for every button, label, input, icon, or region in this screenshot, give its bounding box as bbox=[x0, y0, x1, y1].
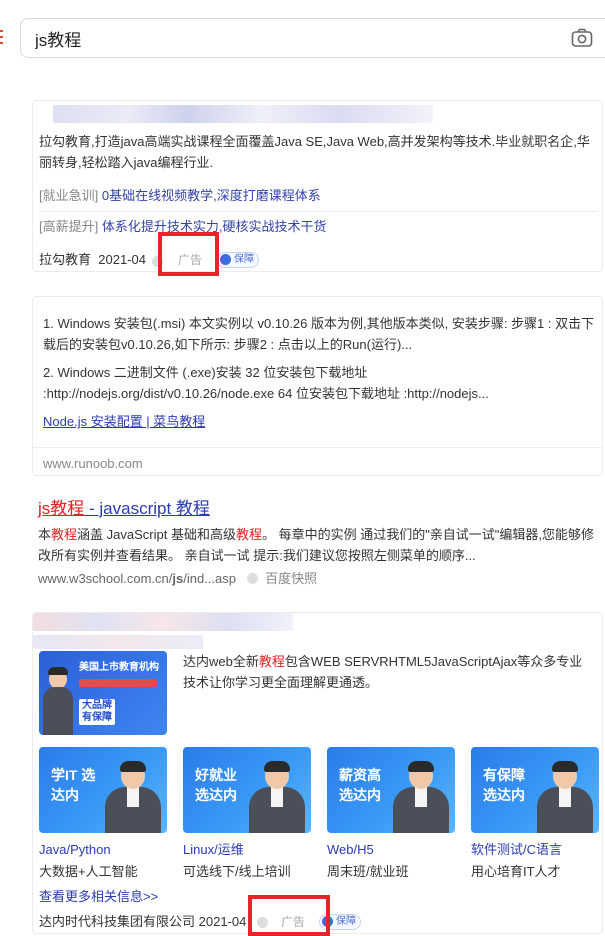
sublink-row[interactable]: [高薪提升] 体系化提升技术实力,硬核实战技术干货 bbox=[39, 216, 597, 237]
ensure-badge[interactable]: 保障 bbox=[217, 252, 259, 268]
result-description: 拉勾教育,打造java高端实战课程全面覆盖Java SE,Java Web,高并… bbox=[39, 134, 590, 170]
ensure-label: 保障 bbox=[234, 254, 254, 265]
course-subtitle: 可选线下/线上培训 bbox=[183, 864, 291, 879]
divider bbox=[33, 447, 602, 448]
snippet-line: 2. Windows 二进制文件 (.exe)安装 32 位安装包下载地址 :h… bbox=[43, 365, 489, 401]
result-domain[interactable]: www.runoob.com bbox=[43, 453, 143, 474]
source-date: 2021-04 bbox=[198, 914, 247, 929]
course-subtitle: 用心培育IT人才 bbox=[471, 864, 561, 879]
highlight-box bbox=[248, 895, 330, 936]
course-subtitle: 大数据+人工智能 bbox=[39, 864, 138, 879]
sublink-bracket: [就业急训] bbox=[39, 188, 99, 203]
result-w3school: js教程 - javascript 教程 本教程涵盖 JavaScript 基础… bbox=[38, 497, 598, 589]
course-banner-web[interactable]: 薪资高 选达内 bbox=[327, 747, 455, 833]
result-link[interactable]: Node.js 安装配置 | 菜鸟教程 bbox=[43, 411, 205, 432]
title-rest[interactable]: - javascript 教程 bbox=[84, 499, 210, 518]
shield-icon bbox=[220, 254, 231, 265]
blurred-title bbox=[53, 105, 433, 123]
highlight-box bbox=[158, 232, 219, 276]
blurred-title bbox=[33, 635, 203, 649]
course-title[interactable]: Java/Python bbox=[39, 839, 111, 860]
camera-icon[interactable] bbox=[571, 28, 593, 48]
result-card-runoob: 1. Windows 安装包(.msi) 本文实例以 v0.10.26 版本为例… bbox=[32, 296, 603, 476]
banner-text: 薪资高 选达内 bbox=[339, 767, 381, 803]
banner-headline: 美国上市教育机构 bbox=[79, 662, 159, 673]
result-card-ad-lagou: 拉勾教育,打造java高端实战课程全面覆盖Java SE,Java Web,高并… bbox=[32, 100, 603, 272]
more-info-link[interactable]: 查看更多相关信息>> bbox=[39, 886, 158, 907]
result-card-ad-tarena: 美国上市教育机构 大品牌 有保障 达内web全新教程包含WEB SERVRHTML… bbox=[32, 612, 603, 934]
source-name: 达内时代科技集团有限公司 bbox=[39, 914, 196, 929]
person-image bbox=[249, 759, 305, 833]
sublink-text[interactable]: 0基础在线视频教学,深度打磨课程体系 bbox=[102, 188, 321, 203]
banner-badge: 大品牌 有保障 bbox=[79, 699, 115, 725]
banner-subline bbox=[79, 679, 157, 687]
title-highlight[interactable]: js教程 bbox=[38, 499, 84, 518]
course-banner-test[interactable]: 有保障 选达内 bbox=[471, 747, 599, 833]
result-title[interactable]: js教程 - javascript 教程 bbox=[38, 497, 598, 521]
banner-text: 有保障 选达内 bbox=[483, 767, 525, 803]
ensure-label: 保障 bbox=[336, 916, 356, 927]
main-banner[interactable]: 美国上市教育机构 大品牌 有保障 bbox=[39, 651, 167, 735]
person-image bbox=[537, 759, 593, 833]
snapshot-link[interactable]: 百度快照 bbox=[265, 571, 317, 586]
sublink-row[interactable]: [就业急训] 0基础在线视频教学,深度打磨课程体系 bbox=[39, 185, 597, 206]
result-source: 拉勾教育 2021-04 bbox=[39, 249, 146, 270]
course-subtitle: 周末班/就业班 bbox=[327, 864, 409, 879]
search-bar[interactable] bbox=[20, 18, 605, 58]
divider bbox=[39, 211, 597, 212]
snippet-line: 1. Windows 安装包(.msi) 本文实例以 v0.10.26 版本为例… bbox=[43, 316, 595, 352]
result-description: 达内web全新教程包含WEB SERVRHTML5JavaScriptAjax等… bbox=[183, 654, 583, 690]
course-banner-java[interactable]: 学IT 选达内 bbox=[39, 747, 167, 833]
course-title[interactable]: 软件测试/C语言 bbox=[471, 839, 562, 860]
person-image bbox=[43, 665, 73, 735]
info-icon bbox=[246, 573, 258, 584]
banner-text: 学IT 选达内 bbox=[51, 767, 96, 803]
blurred-title bbox=[33, 613, 293, 631]
banner-text: 好就业 选达内 bbox=[195, 767, 237, 803]
left-edge-marker bbox=[0, 30, 4, 44]
person-image bbox=[393, 759, 449, 833]
source-date: 2021-04 bbox=[98, 252, 146, 267]
course-title[interactable]: Web/H5 bbox=[327, 839, 374, 860]
source-name: 拉勾教育 bbox=[39, 252, 92, 267]
sublink-bracket: [高薪提升] bbox=[39, 219, 99, 234]
course-banner-linux[interactable]: 好就业 选达内 bbox=[183, 747, 311, 833]
result-source: 达内时代科技集团有限公司 2021-04 bbox=[39, 911, 246, 932]
person-image bbox=[105, 759, 161, 833]
result-description: 本教程涵盖 JavaScript 基础和高级教程。 每章中的实例 通过我们的"亲… bbox=[38, 527, 595, 563]
result-url[interactable]: www.w3school.com.cn/js/ind...asp 百度快照 bbox=[38, 569, 598, 589]
course-title[interactable]: Linux/运维 bbox=[183, 839, 244, 860]
search-input[interactable] bbox=[33, 27, 517, 49]
